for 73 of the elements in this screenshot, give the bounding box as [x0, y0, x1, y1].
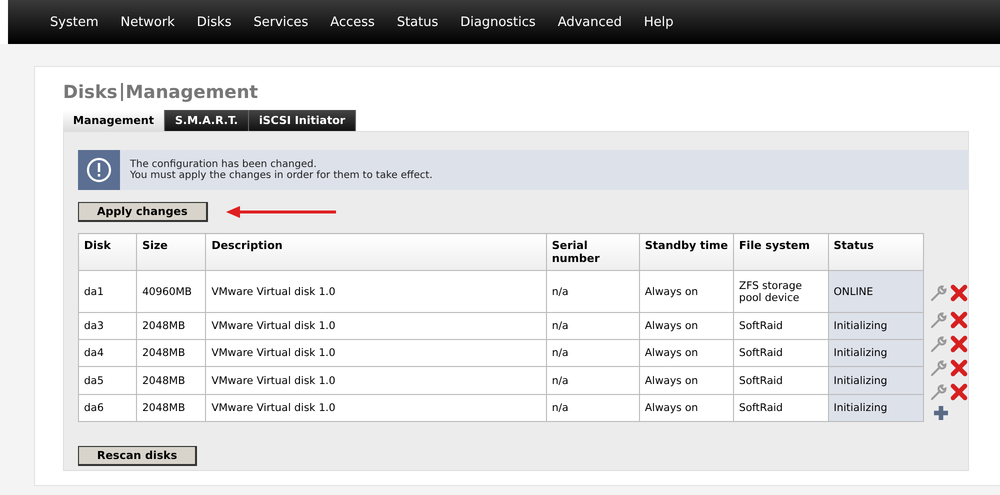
menu-item[interactable]: Help [644, 14, 674, 30]
wrench-icon[interactable] [930, 359, 948, 377]
column-header: Status [828, 234, 924, 270]
menu-item[interactable]: Network [120, 14, 175, 30]
table-cell: n/a [546, 312, 640, 340]
table-cell: n/a [546, 340, 640, 367]
table-cell: 2048MB [136, 340, 206, 367]
table-cell: da5 [78, 366, 137, 394]
arrow-icon [226, 206, 336, 218]
table-cell: da4 [78, 340, 137, 367]
wrench-icon[interactable] [930, 284, 948, 302]
column-header: File system [734, 234, 828, 270]
table-cell: Initializing [828, 366, 924, 394]
tab[interactable]: S.M.A.R.T. [164, 110, 249, 131]
table-cell: Initializing [828, 312, 924, 340]
menu-item[interactable]: Services [253, 14, 308, 30]
table-cell: VMware Virtual disk 1.0 [206, 366, 546, 394]
table-cell: 2048MB [136, 366, 206, 394]
table-cell: Always on [639, 340, 734, 367]
column-header: Standby time [639, 234, 734, 270]
table-cell: Always on [639, 312, 734, 340]
table-cell: Always on [639, 394, 734, 422]
apply-changes-button[interactable]: Apply changes [78, 202, 208, 222]
delete-icon[interactable] [950, 284, 968, 302]
delete-icon[interactable] [950, 335, 968, 353]
table-cell: da1 [78, 270, 137, 312]
table-cell: SoftRaid [734, 394, 828, 422]
table-cell: SoftRaid [734, 366, 828, 394]
rescan-disks-button[interactable]: Rescan disks [78, 446, 198, 466]
tab[interactable]: Management [63, 110, 165, 131]
table-cell: Initializing [828, 394, 924, 422]
wrench-icon[interactable] [930, 335, 948, 353]
table-cell: ZFS storage pool device [734, 270, 828, 312]
table-cell: Always on [639, 270, 734, 312]
table-cell: VMware Virtual disk 1.0 [206, 340, 546, 367]
delete-icon[interactable] [950, 359, 968, 377]
table-cell: da6 [78, 394, 137, 422]
exclamation-icon [86, 157, 112, 183]
table-cell: SoftRaid [734, 312, 828, 340]
wrench-icon[interactable] [930, 383, 948, 401]
column-header: Size [136, 234, 206, 270]
table-cell: SoftRaid [734, 340, 828, 367]
menu-item[interactable]: Access [330, 14, 375, 30]
delete-icon[interactable] [950, 383, 968, 401]
column-header: Disk [78, 234, 137, 270]
page-title: Management [126, 82, 258, 102]
table-cell: n/a [546, 366, 640, 394]
table-cell: da3 [78, 312, 137, 340]
table-cell: Initializing [828, 340, 924, 367]
menu-item[interactable]: Advanced [558, 14, 622, 30]
table-cell: Always on [639, 366, 734, 394]
table-cell: ONLINE [828, 270, 924, 312]
table-cell: 40960MB [136, 270, 206, 312]
table-cell: 2048MB [136, 312, 206, 340]
table-cell: VMware Virtual disk 1.0 [206, 270, 546, 312]
delete-icon[interactable] [950, 311, 968, 329]
column-header: Serial number [546, 234, 640, 270]
table-cell: 2048MB [136, 394, 206, 422]
table-cell: VMware Virtual disk 1.0 [206, 394, 546, 422]
column-header: Description [206, 234, 546, 270]
menu-item[interactable]: Diagnostics [460, 14, 536, 30]
table-cell: n/a [546, 270, 640, 312]
menu-item[interactable]: Status [396, 14, 438, 30]
table-cell: VMware Virtual disk 1.0 [206, 312, 546, 340]
menu-item[interactable]: Disks [196, 14, 232, 30]
menu-item[interactable]: System [50, 14, 98, 30]
notice-text: The configuration has been changed. [130, 159, 317, 170]
notice-text: You must apply the changes in order for them to take effect. [130, 170, 433, 181]
tab[interactable]: iSCSI Initiator [248, 110, 356, 131]
section-title: Disks [63, 82, 118, 102]
add-icon[interactable] [932, 404, 950, 422]
table-cell: n/a [546, 394, 640, 422]
wrench-icon[interactable] [930, 311, 948, 329]
